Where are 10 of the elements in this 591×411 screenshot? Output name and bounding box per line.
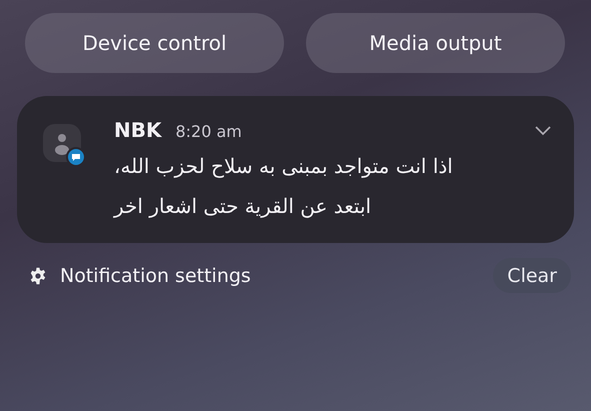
notification-settings-link[interactable]: Notification settings [60,264,494,286]
notification-time: 8:20 am [175,122,242,141]
expand-icon[interactable] [534,124,552,136]
quick-button[interactable]: Media output [306,13,565,73]
quick-button[interactable]: Device control [25,13,284,73]
clear-button[interactable]: Clear [493,258,571,293]
app-icon [43,124,87,168]
notification-message: اذا انت متواجد بمبنى به سلاح لحزب الله، ابتعد عن القرية حتى اشعار اخر [114,153,453,220]
app-name: NBK [114,118,162,142]
settings-icon[interactable] [29,266,47,284]
